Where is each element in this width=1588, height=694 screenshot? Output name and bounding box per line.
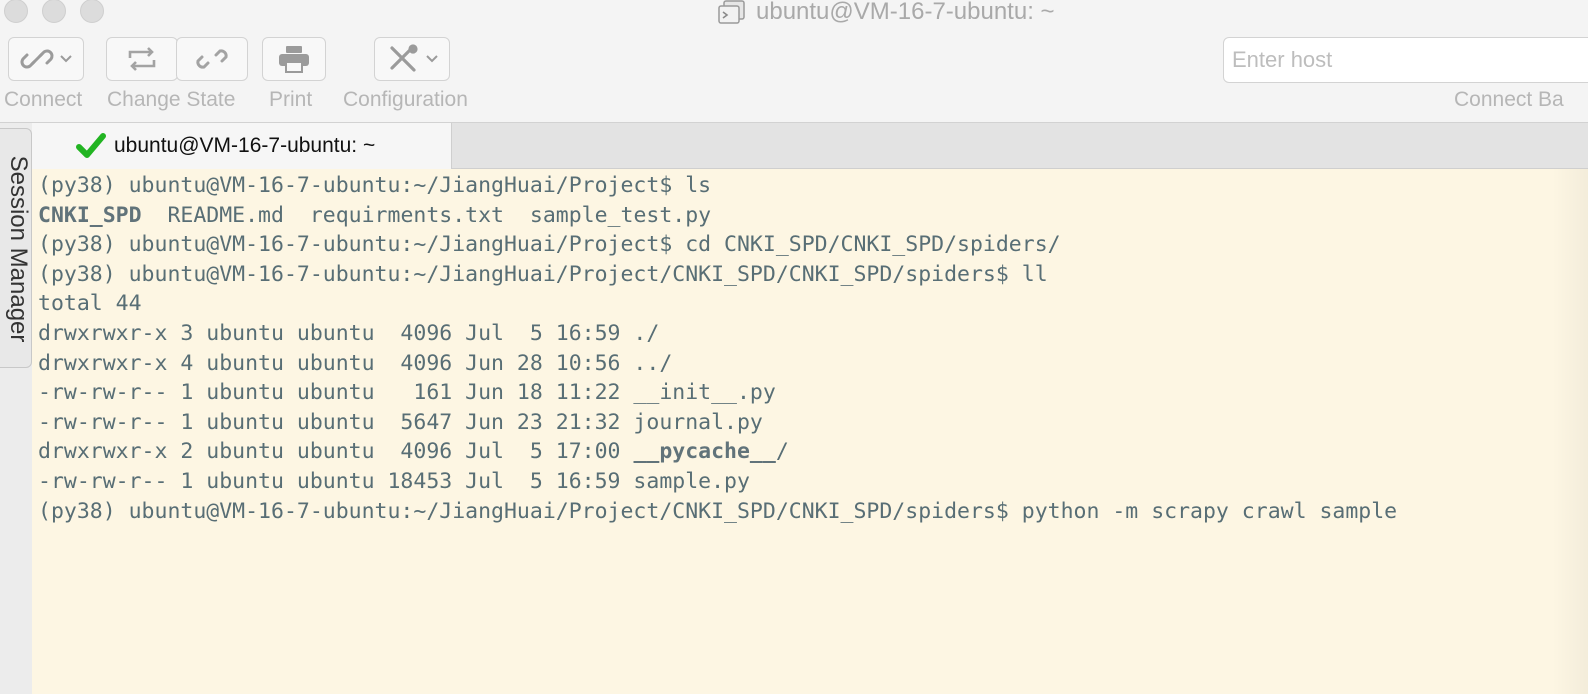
- change-state-button[interactable]: [106, 37, 178, 81]
- terminal-app-icon: [718, 0, 745, 24]
- scroll-edge: [1552, 169, 1588, 694]
- host-input[interactable]: [1223, 37, 1588, 83]
- terminal-line: drwxrwxr-x 2 ubuntu ubuntu 4096 Jul 5 17…: [38, 437, 1588, 467]
- terminal-line: (py38) ubuntu@VM-16-7-ubuntu:~/JiangHuai…: [38, 498, 1398, 524]
- tab-label: ubuntu@VM-16-7-ubuntu: ~: [114, 134, 376, 157]
- tools-icon: [390, 44, 418, 72]
- terminal-line: drwxrwxr-x 4 ubuntu ubuntu 4096 Jun 28 1…: [38, 350, 673, 376]
- print-label: Print: [269, 88, 313, 111]
- change-state-label: Change State: [107, 88, 236, 111]
- zoom-window-button[interactable]: [80, 0, 104, 23]
- terminal-line: total 44: [38, 291, 142, 317]
- session-manager-label: Session Manager: [5, 155, 32, 343]
- connect-bar-label: Connect Ba: [1454, 88, 1564, 111]
- close-window-button[interactable]: [4, 0, 28, 23]
- window-title: ubuntu@VM-16-7-ubuntu: ~: [756, 0, 1055, 25]
- print-button[interactable]: [262, 37, 326, 81]
- configuration-label: Configuration: [343, 88, 468, 111]
- terminal-line: (py38) ubuntu@VM-16-7-ubuntu:~/JiangHuai…: [38, 173, 712, 198]
- terminal-line: CNKI_SPD README.md requirments.txt sampl…: [38, 201, 1588, 231]
- chevron-down-icon: [426, 55, 438, 63]
- toolbar: Connect Change State Print Configuration…: [0, 26, 1588, 123]
- terminal-text: README.md requirments.txt sample_test.py: [141, 202, 712, 228]
- configuration-button[interactable]: [374, 37, 450, 81]
- title-bar: ubuntu@VM-16-7-ubuntu: ~: [0, 0, 1588, 26]
- broken-link-icon: [196, 49, 228, 69]
- terminal-line: -rw-rw-r-- 1 ubuntu ubuntu 5647 Jun 23 2…: [38, 409, 763, 435]
- refresh-icon: [128, 47, 156, 71]
- terminal-line: drwxrwxr-x 3 ubuntu ubuntu 4096 Jul 5 16…: [38, 320, 660, 346]
- tab-session[interactable]: ubuntu@VM-16-7-ubuntu: ~: [32, 123, 452, 169]
- window-title-group: ubuntu@VM-16-7-ubuntu: ~: [718, 0, 1055, 25]
- directory-name: CNKI_SPD: [38, 202, 142, 228]
- link-icon: [20, 49, 54, 69]
- terminal-text: drwxrwxr-x 2 ubuntu ubuntu 4096 Jul 5 17…: [38, 439, 634, 465]
- disconnect-button[interactable]: [176, 37, 248, 81]
- terminal-text: /: [775, 439, 789, 465]
- connect-button[interactable]: [8, 37, 84, 81]
- terminal-line: -rw-rw-r-- 1 ubuntu ubuntu 18453 Jul 5 1…: [38, 468, 750, 494]
- terminal-line: -rw-rw-r-- 1 ubuntu ubuntu 161 Jun 18 11…: [38, 380, 776, 406]
- terminal-output[interactable]: (py38) ubuntu@VM-16-7-ubuntu:~/JiangHuai…: [32, 169, 1588, 694]
- checkmark-icon: [76, 133, 106, 158]
- session-manager-tab[interactable]: Session Manager: [0, 128, 32, 368]
- terminal-line: (py38) ubuntu@VM-16-7-ubuntu:~/JiangHuai…: [38, 232, 1061, 258]
- chevron-down-icon: [60, 55, 72, 63]
- minimize-window-button[interactable]: [42, 0, 66, 23]
- connect-label: Connect: [4, 88, 83, 111]
- directory-name: __pycache__: [633, 439, 776, 465]
- printer-icon: [279, 46, 309, 73]
- terminal-line: (py38) ubuntu@VM-16-7-ubuntu:~/JiangHuai…: [38, 261, 1048, 287]
- tab-strip: ubuntu@VM-16-7-ubuntu: ~: [32, 123, 1588, 169]
